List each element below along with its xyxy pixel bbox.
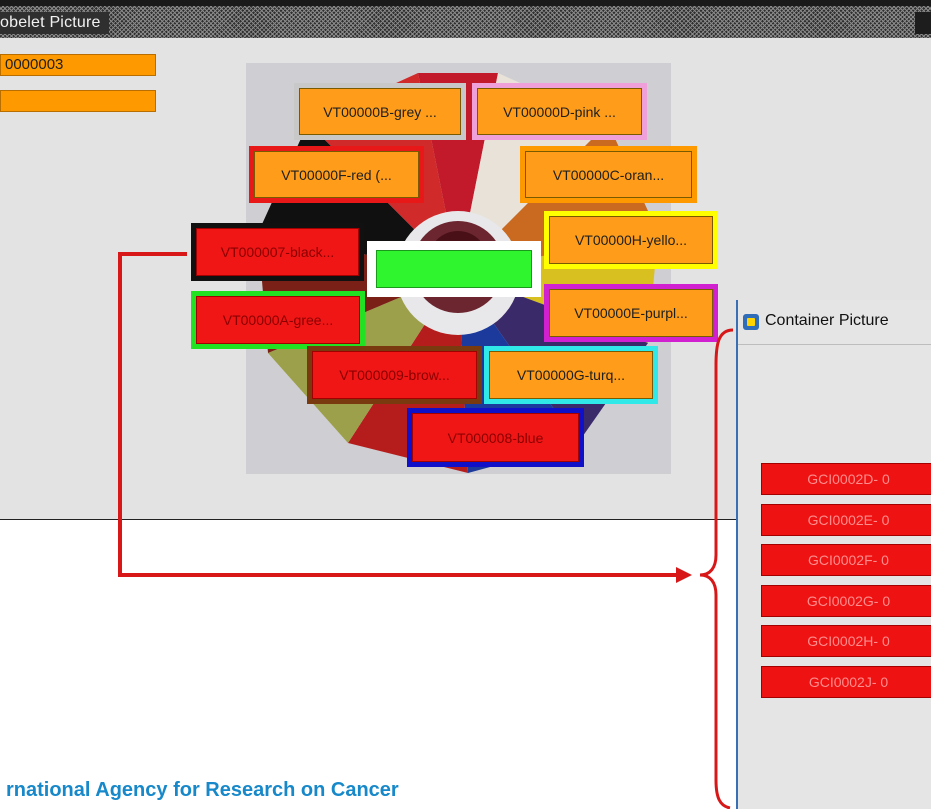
annotation-arrow-head: [676, 567, 692, 583]
annotation-brace: [699, 328, 734, 809]
annotation-arrow-line: [118, 252, 680, 577]
annotation-arrows: [118, 252, 734, 809]
organization-footer-text: rnational Agency for Research on Cancer: [6, 779, 399, 801]
